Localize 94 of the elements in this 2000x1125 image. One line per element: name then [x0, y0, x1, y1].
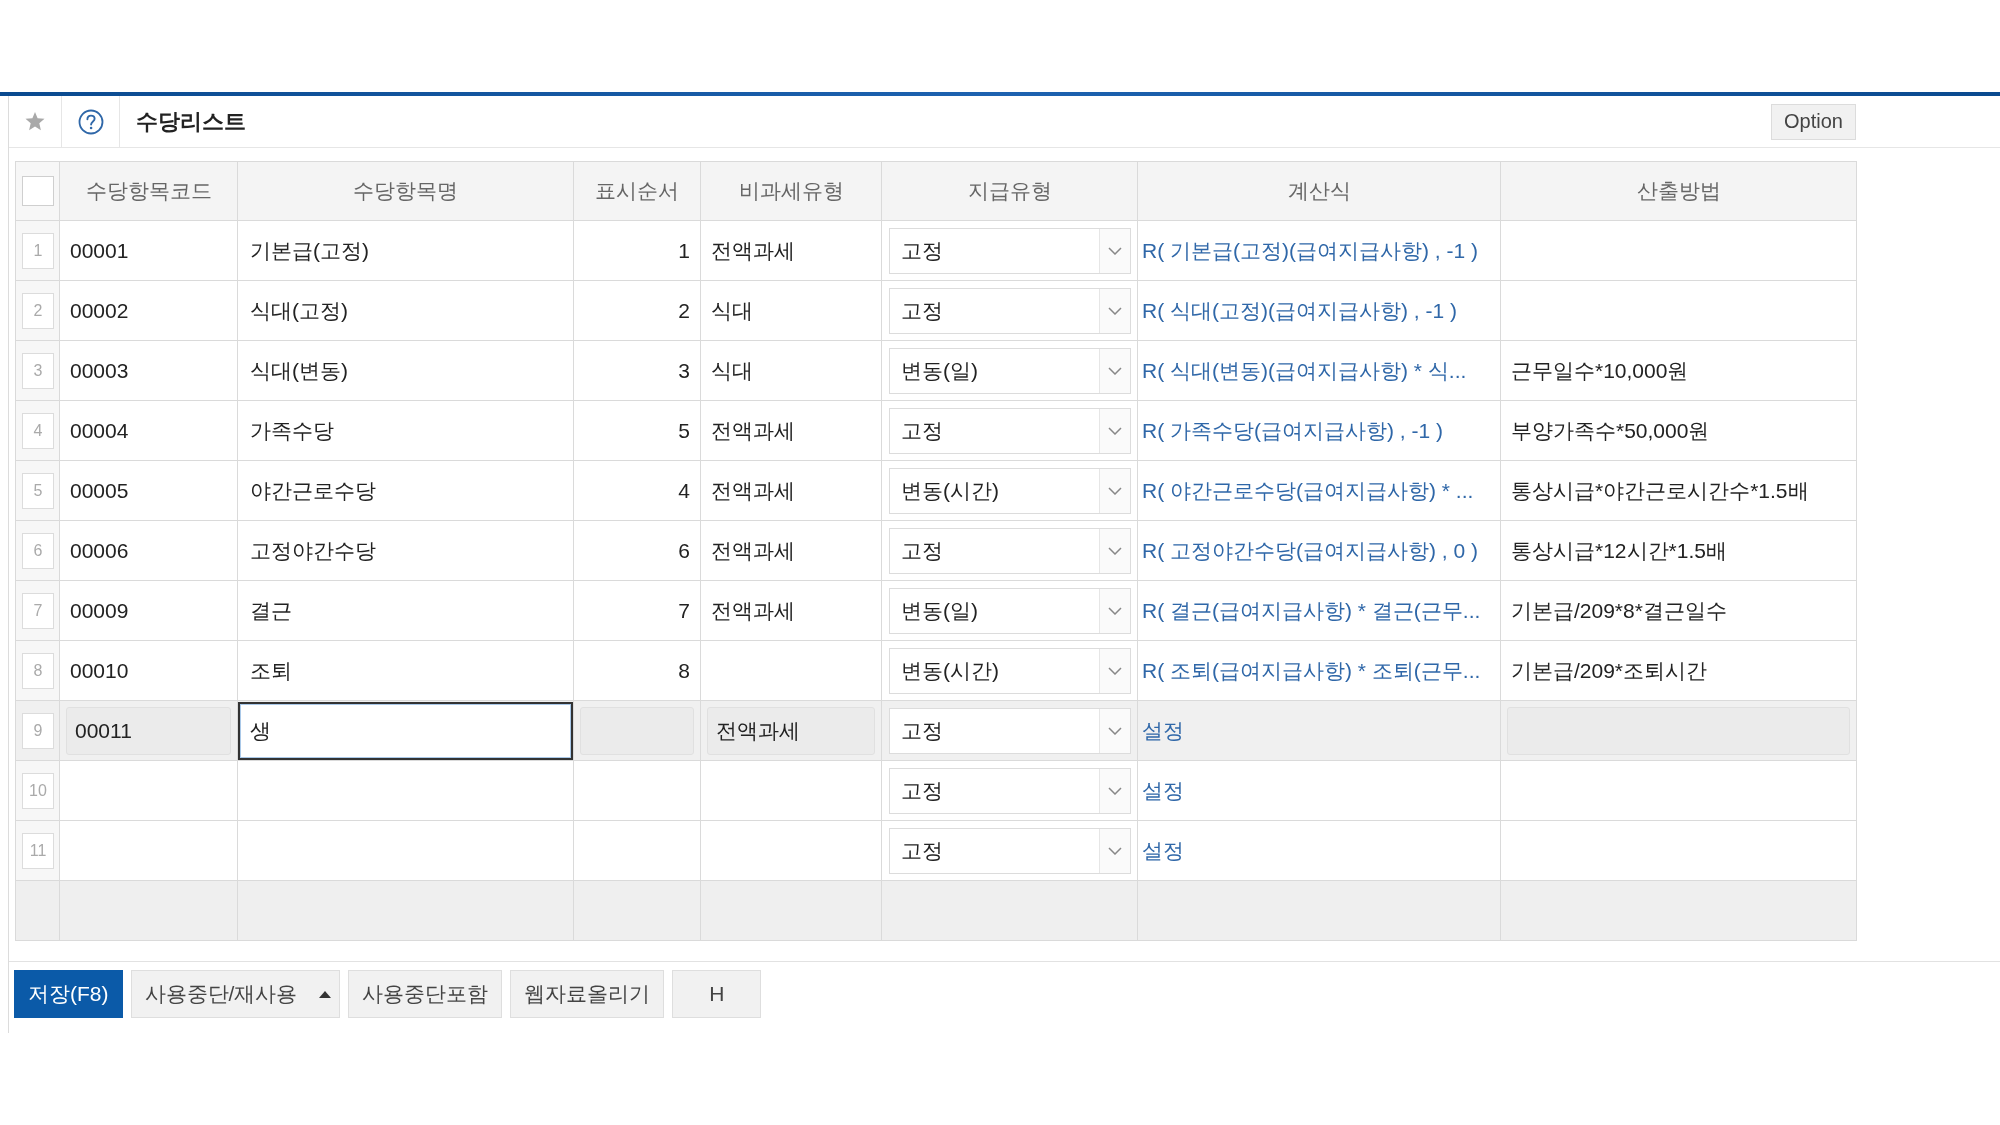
payment-type-dropdown[interactable]: 변동(일): [889, 587, 1131, 634]
row-number: 6: [22, 532, 54, 569]
payment-type-dropdown[interactable]: 고정: [889, 527, 1131, 574]
chevron-down-icon: [1108, 726, 1122, 735]
table-cell: 00009: [59, 580, 238, 641]
table-cell: 가족수당: [237, 400, 574, 461]
column-header: 표시순서: [573, 161, 701, 221]
table-cell: 전액과세: [700, 460, 882, 521]
row-number: 5: [22, 472, 54, 509]
help-icon[interactable]: [77, 108, 104, 135]
name-input[interactable]: 생: [238, 701, 573, 760]
table-cell: 00010: [59, 640, 238, 701]
payment-type-dropdown[interactable]: 고정: [889, 227, 1131, 274]
table-cell: 통상시급*12시간*1.5배: [1500, 520, 1857, 581]
formula-link[interactable]: 설정: [1142, 718, 1184, 742]
payment-type-dropdown[interactable]: 고정: [889, 707, 1131, 754]
column-header: 계산식: [1137, 161, 1501, 221]
star-icon[interactable]: [25, 112, 45, 131]
payment-type-dropdown[interactable]: 고정: [889, 407, 1131, 454]
chevron-down-icon: [1108, 306, 1122, 315]
action-button[interactable]: 웹자료올리기: [510, 970, 665, 1018]
row-number: 8: [22, 652, 54, 689]
chevron-down-icon: [1108, 246, 1122, 255]
payment-type-dropdown[interactable]: 변동(일): [889, 347, 1131, 394]
table-cell: 7: [573, 580, 701, 641]
row-number: 10: [22, 772, 54, 809]
row-number: 11: [22, 832, 54, 869]
chevron-down-icon: [1108, 426, 1122, 435]
table-cell: 00003: [59, 340, 238, 401]
table-cell: 기본급(고정): [237, 220, 574, 281]
table-cell: 식대(고정): [237, 280, 574, 341]
table-cell: 근무일수*10,000원: [1500, 340, 1857, 401]
table-cell: 식대: [700, 280, 882, 341]
tax-type-field[interactable]: 전액과세: [707, 706, 875, 755]
chevron-down-icon: [1108, 846, 1122, 855]
table-cell: 통상시급*야간근로시간수*1.5배: [1500, 460, 1857, 521]
table-cell: 고정야간수당: [237, 520, 574, 581]
action-button[interactable]: 저장(F8): [14, 970, 123, 1018]
code-field[interactable]: 00011: [66, 706, 231, 755]
column-header: 지급유형: [881, 161, 1138, 221]
table-cell: 전액과세: [700, 400, 882, 461]
table-cell: 결근: [237, 580, 574, 641]
chevron-down-icon: [1108, 546, 1122, 555]
table-cell: 8: [573, 640, 701, 701]
action-button[interactable]: H: [672, 970, 762, 1018]
table-cell: 기본급/209*조퇴시간: [1500, 640, 1857, 701]
table-cell: 6: [573, 520, 701, 581]
table-cell: 야간근로수당: [237, 460, 574, 521]
table-cell: 식대: [700, 340, 882, 401]
column-header: 수당항목코드: [59, 161, 238, 221]
chevron-down-icon: [1108, 786, 1122, 795]
payment-type-dropdown[interactable]: 고정: [889, 287, 1131, 334]
row-number: 3: [22, 352, 54, 389]
formula-link[interactable]: 설정: [1142, 838, 1184, 862]
chevron-down-icon: [1108, 606, 1122, 615]
table-cell: 00002: [59, 280, 238, 341]
table-cell: 00006: [59, 520, 238, 581]
payment-type-dropdown[interactable]: 변동(시간): [889, 467, 1131, 514]
table-cell: 부양가족수*50,000원: [1500, 400, 1857, 461]
caret-up-icon: [319, 990, 332, 998]
payment-type-dropdown[interactable]: 고정: [889, 767, 1131, 814]
payment-type-dropdown[interactable]: 고정: [889, 827, 1131, 874]
table-cell: 5: [573, 400, 701, 461]
table-cell: 3: [573, 340, 701, 401]
table-cell: 식대(변동): [237, 340, 574, 401]
table-cell: 1: [573, 220, 701, 281]
chevron-down-icon: [1108, 486, 1122, 495]
chevron-down-icon: [1108, 666, 1122, 675]
table-cell: 4: [573, 460, 701, 521]
row-number: 9: [22, 712, 54, 749]
column-header: 산출방법: [1500, 161, 1857, 221]
payment-type-dropdown[interactable]: 변동(시간): [889, 647, 1131, 694]
page-title: 수당리스트: [136, 107, 246, 136]
table-cell: 2: [573, 280, 701, 341]
action-button[interactable]: 사용중단포함: [348, 970, 503, 1018]
table-cell: 00005: [59, 460, 238, 521]
action-button[interactable]: 사용중단/재사용: [130, 970, 341, 1018]
select-all-checkbox[interactable]: [22, 176, 54, 206]
row-number: 1: [22, 232, 54, 269]
table-cell: 00001: [59, 220, 238, 281]
row-number: 2: [22, 292, 54, 329]
table-cell: 기본급/209*8*결근일수: [1500, 580, 1857, 641]
table-cell: 조퇴: [237, 640, 574, 701]
column-header: 수당항목명: [237, 161, 574, 221]
table-cell: 전액과세: [700, 580, 882, 641]
table-cell: 전액과세: [700, 220, 882, 281]
row-number: 7: [22, 592, 54, 629]
row-number: 4: [22, 412, 54, 449]
table-cell: 전액과세: [700, 520, 882, 581]
table-cell: 00004: [59, 400, 238, 461]
column-header: 비과세유형: [700, 161, 882, 221]
chevron-down-icon: [1108, 366, 1122, 375]
formula-link[interactable]: 설정: [1142, 778, 1184, 802]
option-button[interactable]: Option: [1771, 103, 1856, 140]
